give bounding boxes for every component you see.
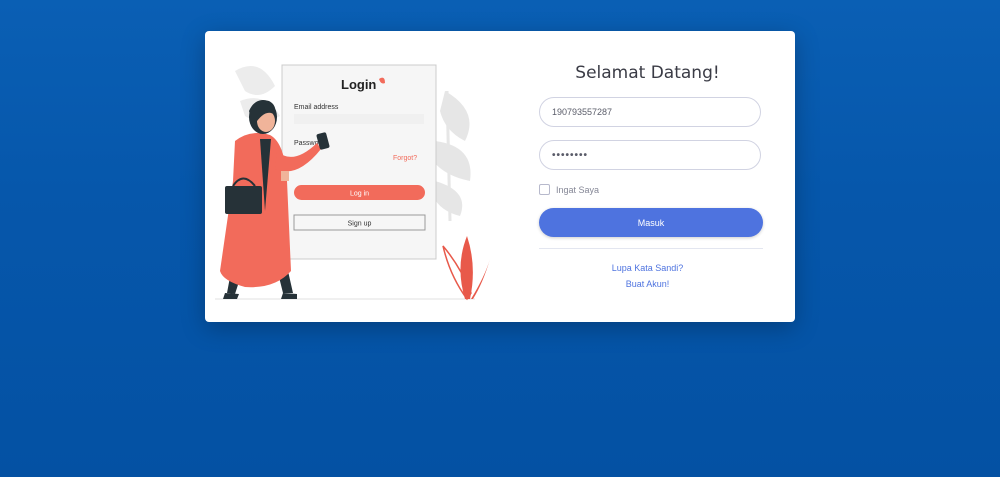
password-input[interactable] — [539, 140, 761, 170]
illustration-email-label: Email address — [294, 104, 339, 111]
login-form: Selamat Datang! Ingat Saya Masuk Lupa Ka… — [500, 31, 795, 322]
login-card: Login Email address Password Forgot? Log… — [205, 31, 795, 322]
create-account-link[interactable]: Buat Akun! — [500, 279, 795, 289]
remember-me[interactable]: Ingat Saya — [539, 184, 599, 195]
illustration-login-button: Log in — [350, 191, 369, 198]
remember-checkbox[interactable] — [539, 184, 550, 195]
forgot-password-link[interactable]: Lupa Kata Sandi? — [500, 263, 795, 273]
illustration-signup-button: Sign up — [348, 221, 372, 228]
login-illustration: Login Email address Password Forgot? Log… — [205, 31, 500, 322]
divider — [539, 248, 763, 249]
illustration-forgot-label: Forgot? — [393, 155, 417, 162]
remember-label: Ingat Saya — [556, 184, 600, 195]
illustration-login-title: Login — [341, 77, 376, 92]
username-input[interactable] — [539, 97, 761, 127]
welcome-title: Selamat Datang! — [575, 63, 720, 83]
login-button[interactable]: Masuk — [539, 208, 763, 237]
